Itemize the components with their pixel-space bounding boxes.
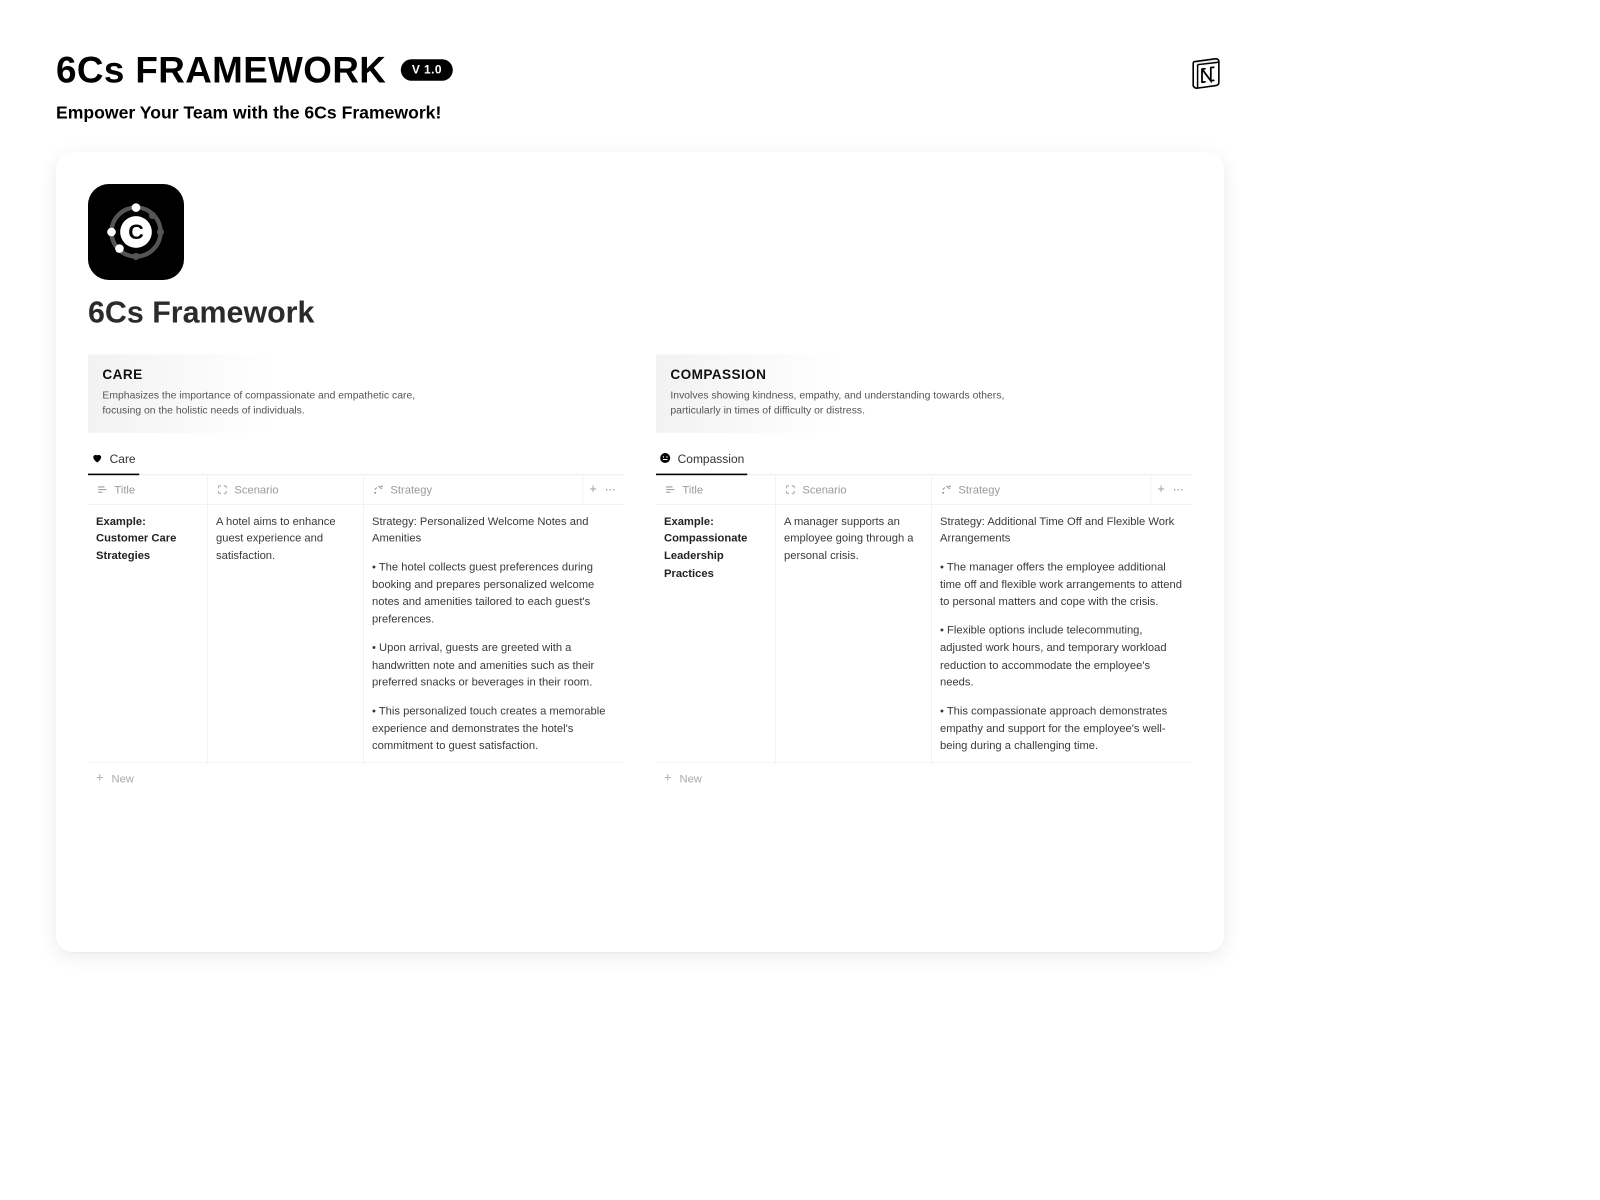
svg-text:C: C (128, 219, 144, 244)
version-badge: V 1.0 (401, 59, 453, 81)
new-row-button[interactable]: + New (656, 763, 1192, 793)
sparkle-prop-icon (372, 483, 385, 496)
cell-scenario[interactable]: A manager supports an employee going thr… (776, 505, 932, 763)
add-column-button[interactable]: + (1157, 482, 1164, 496)
section-head-care: CARE Emphasizes the importance of compas… (88, 354, 624, 432)
title-prop-icon (664, 483, 677, 496)
cell-title[interactable]: Example: Compassionate Leadership Practi… (656, 505, 776, 763)
cell-scenario[interactable]: A hotel aims to enhance guest experience… (208, 505, 364, 763)
tab-compassion[interactable]: Compassion (656, 447, 748, 475)
section-description: Emphasizes the importance of compassiona… (102, 388, 438, 418)
column-scenario[interactable]: Scenario (776, 475, 932, 504)
table-row[interactable]: Example: Customer Care Strategies A hote… (88, 505, 624, 764)
section-title: COMPASSION (670, 367, 1177, 383)
page-subtitle: Empower Your Team with the 6Cs Framework… (56, 102, 453, 123)
sparkle-prop-icon (940, 483, 953, 496)
column-title[interactable]: Title (656, 475, 776, 504)
expand-prop-icon (784, 483, 797, 496)
table-row[interactable]: Example: Compassionate Leadership Practi… (656, 505, 1192, 764)
table-options-button[interactable]: ⋯ (605, 483, 618, 497)
column-strategy[interactable]: Strategy (364, 475, 583, 504)
notion-page-title[interactable]: 6Cs Framework (88, 296, 1192, 330)
notion-logo-icon (1189, 54, 1224, 89)
plus-icon: + (96, 771, 103, 785)
table-options-button[interactable]: ⋯ (1173, 483, 1186, 497)
plus-icon: + (664, 771, 671, 785)
face-icon (659, 452, 671, 467)
new-row-button[interactable]: + New (88, 763, 624, 793)
expand-prop-icon (216, 483, 229, 496)
section-title: CARE (102, 367, 609, 383)
app-icon: C (88, 184, 184, 280)
content-card: C 6Cs Framework CARE Emphasizes the impo… (56, 152, 1224, 952)
cell-title[interactable]: Example: Customer Care Strategies (88, 505, 208, 763)
tab-care[interactable]: Care (88, 447, 139, 475)
cell-strategy[interactable]: Strategy: Personalized Welcome Notes and… (364, 505, 624, 763)
section-care: CARE Emphasizes the importance of compas… (88, 354, 624, 793)
column-scenario[interactable]: Scenario (208, 475, 364, 504)
table-header: Title Scenario Strategy (88, 475, 624, 505)
column-strategy[interactable]: Strategy (932, 475, 1151, 504)
section-head-compassion: COMPASSION Involves showing kindness, em… (656, 354, 1192, 432)
heart-icon (91, 452, 103, 467)
tab-label: Care (110, 453, 136, 467)
add-column-button[interactable]: + (589, 482, 596, 496)
page-main-title: 6Cs FRAMEWORK (56, 48, 386, 91)
section-description: Involves showing kindness, empathy, and … (670, 388, 1006, 418)
table-header: Title Scenario Strategy (656, 475, 1192, 505)
column-title[interactable]: Title (88, 475, 208, 504)
cell-strategy[interactable]: Strategy: Additional Time Off and Flexib… (932, 505, 1192, 763)
section-compassion: COMPASSION Involves showing kindness, em… (656, 354, 1192, 793)
title-prop-icon (96, 483, 109, 496)
tab-label: Compassion (678, 453, 745, 467)
